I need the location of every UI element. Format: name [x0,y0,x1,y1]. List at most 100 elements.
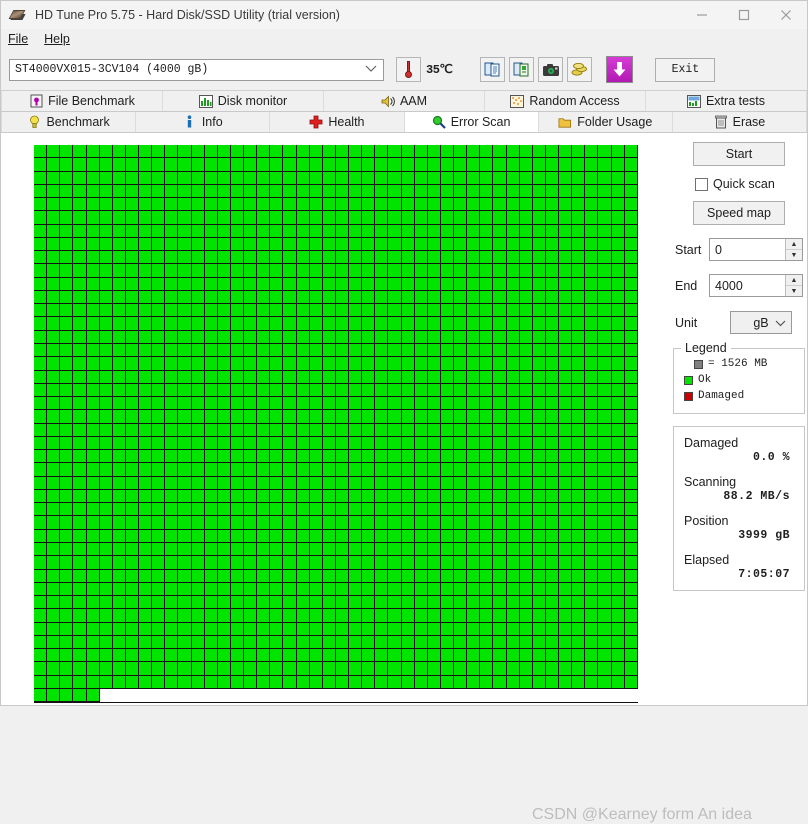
scan-grid[interactable] [34,145,638,703]
menu-file[interactable]: File [8,32,28,46]
tab-erase[interactable]: Erase [672,112,808,132]
scan-block [99,423,113,437]
end-stepper-up[interactable]: ▲ [786,275,802,286]
scan-block [493,662,507,676]
scan-block [349,609,363,623]
scan-block [47,503,61,517]
legend-ok-label: Ok [698,374,712,386]
scan-block [244,158,258,172]
scan-block [559,556,573,570]
scan-block [230,251,244,265]
scan-block [611,171,625,185]
quick-scan-checkbox[interactable] [695,177,708,191]
scan-block [401,622,415,636]
scan-block [480,317,494,331]
exit-button[interactable]: Exit [655,57,716,82]
scan-block [440,184,454,199]
tab-disk-monitor[interactable]: Disk monitor [163,91,324,111]
scan-block [611,184,625,199]
settings-coins-button[interactable] [567,57,593,82]
start-button[interactable]: Start [693,142,785,166]
scan-block [296,423,310,437]
scan-block [467,237,481,252]
scan-block [388,569,402,583]
scan-block [296,609,310,623]
speed-map-button[interactable]: Speed map [693,201,785,225]
scan-block [191,158,205,172]
minimize-icon[interactable] [681,1,723,29]
end-stepper-down[interactable]: ▼ [786,286,802,296]
scan-block [270,237,284,252]
tab-random-access[interactable]: Random Access [485,91,646,111]
scan-block [178,542,192,557]
scan-block [493,277,507,291]
tab-info[interactable]: Info [136,112,271,132]
scan-block [506,529,520,543]
scan-block [244,211,258,225]
download-button[interactable] [606,56,634,83]
scan-block [47,158,61,172]
scan-block [257,662,271,676]
start-stepper-up[interactable]: ▲ [786,239,802,250]
unit-select[interactable]: gB [730,311,792,334]
scan-block [624,198,638,212]
tab-file-benchmark[interactable]: File Benchmark [1,91,163,111]
scan-map[interactable] [34,145,638,703]
scan-block [34,450,48,464]
camera-button[interactable] [538,57,564,82]
start-input[interactable]: 0 ▲ ▼ [709,238,803,261]
scan-block [532,516,546,530]
scan-block [204,463,218,477]
scan-block [191,184,205,199]
scan-block [73,158,87,172]
scan-block [611,330,625,344]
drive-select[interactable]: ST4000VX015-3CV104 (4000 gB) [9,58,384,81]
close-icon[interactable] [765,1,807,29]
scan-block [322,582,336,597]
scan-block [388,290,402,305]
end-stepper[interactable]: ▲ ▼ [785,275,802,296]
scan-block [165,397,179,411]
scan-block [454,622,468,636]
start-stepper-down[interactable]: ▼ [786,250,802,260]
tab-health[interactable]: Health [270,112,405,132]
scan-block [335,609,349,623]
scan-block [388,516,402,530]
scan-block [493,423,507,437]
copy-to-clipboard-button[interactable] [480,57,506,82]
magnifier-icon [432,115,446,129]
scan-block [178,224,192,238]
temperature-button[interactable] [396,57,421,82]
scan-block [152,436,166,451]
scan-block [349,184,363,199]
maximize-icon[interactable] [723,1,765,29]
quick-scan-row[interactable]: Quick scan [695,177,805,191]
tab-benchmark[interactable]: Benchmark [1,112,137,132]
scan-block [519,688,533,703]
scan-block [47,463,61,477]
scan-block [191,357,205,371]
scan-block [375,330,389,344]
scan-block [244,290,258,305]
scan-block [532,357,546,371]
scan-block [532,675,546,689]
scan-block [335,503,349,517]
scan-block [165,330,179,344]
tab-extra-tests[interactable]: Extra tests [646,91,807,111]
start-stepper[interactable]: ▲ ▼ [785,239,802,260]
scan-block [152,304,166,318]
scan-block [401,330,415,344]
scan-block [152,556,166,570]
scan-block [322,357,336,371]
tab-folder-usage[interactable]: Folder Usage [538,112,673,132]
export-document-button[interactable] [509,57,535,82]
menu-help[interactable]: Help [44,32,70,46]
scan-block [598,649,612,663]
scan-block [559,317,573,331]
end-input[interactable]: 4000 ▲ ▼ [709,274,803,297]
tab-aam[interactable]: AAM [324,91,485,111]
scan-block [86,304,100,318]
scan-block [47,516,61,530]
scan-block [47,675,61,689]
tab-error-scan[interactable]: Error Scan [404,112,539,132]
